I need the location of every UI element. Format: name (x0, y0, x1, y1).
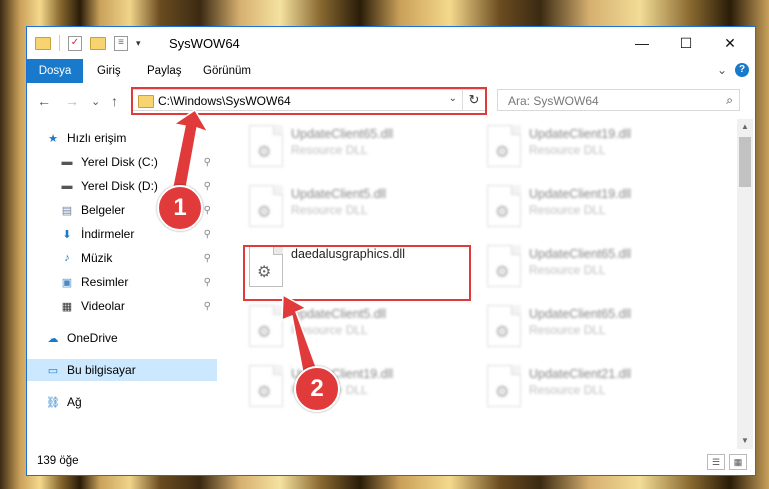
callout-badge-1: 1 (157, 185, 203, 231)
callout-arrows (169, 108, 319, 380)
callout-badge-2: 2 (294, 366, 340, 412)
